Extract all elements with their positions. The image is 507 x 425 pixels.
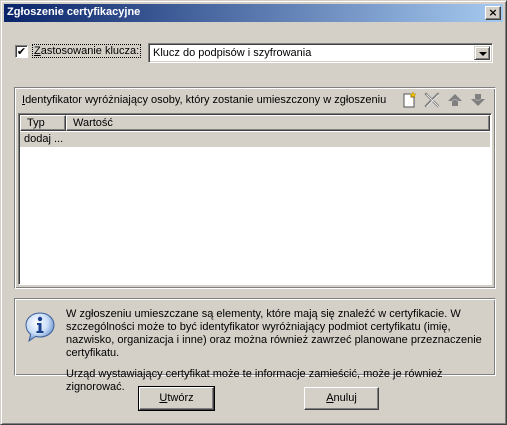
move-down-icon[interactable] — [469, 91, 487, 109]
info-panel: W zgłoszeniu umieszczane są elementy, kt… — [14, 298, 496, 393]
list-item-type: dodaj ... — [24, 133, 64, 145]
key-usage-selected-value: Klucz do podpisów i szyfrowania — [153, 47, 312, 59]
info-text: W zgłoszeniu umieszczane są elementy, kt… — [66, 308, 492, 402]
key-usage-row: ✔ Zastosowanie klucza: — [15, 43, 142, 59]
list-header: Typ Wartość — [20, 115, 490, 131]
title-bar[interactable]: Zgłoszenie certyfikacyjne × — [4, 4, 503, 22]
key-usage-select[interactable]: Klucz do podpisów i szyfrowania — [148, 43, 493, 63]
column-header-value[interactable]: Wartość — [66, 115, 490, 131]
delete-icon[interactable] — [423, 91, 441, 109]
identifier-toolbar — [400, 91, 487, 109]
column-header-type[interactable]: Typ — [20, 115, 66, 131]
identifier-list[interactable]: Typ Wartość dodaj ... — [18, 113, 492, 285]
info-paragraph-2: Urząd wystawiający certyfikat może te in… — [66, 368, 443, 393]
dialog-window: Zgłoszenie certyfikacyjne × ✔ Zastosowan… — [0, 0, 507, 425]
info-paragraph-1: W zgłoszeniu umieszczane są elementy, kt… — [66, 308, 482, 359]
key-usage-checkbox[interactable]: ✔ — [15, 44, 28, 58]
identifier-label-text: dentyfikator wyróżniający osoby, który z… — [25, 94, 387, 106]
key-usage-label-access-key: Z — [34, 45, 41, 57]
new-icon[interactable] — [400, 91, 418, 109]
cancel-access-key: A — [326, 392, 334, 404]
key-usage-label[interactable]: Zastosowanie klucza: — [32, 44, 142, 58]
identifier-group: Identyfikator wyróżniający osoby, który … — [14, 87, 496, 289]
dropdown-arrow-button[interactable] — [474, 46, 490, 60]
identifier-group-label: Identyfikator wyróżniający osoby, który … — [22, 94, 386, 106]
close-button[interactable]: × — [485, 6, 501, 20]
list-item-add[interactable]: dodaj ... — [20, 132, 490, 147]
window-title: Zgłoszenie certyfikacyjne — [7, 6, 141, 18]
create-label: twórz — [167, 392, 194, 404]
key-usage-label-text: astosowanie klucza: — [40, 45, 140, 57]
cancel-label: nuluj — [333, 392, 357, 404]
cancel-button[interactable]: Anuluj — [304, 387, 379, 410]
create-button[interactable]: Utwórz — [138, 386, 215, 411]
move-up-icon[interactable] — [446, 91, 464, 109]
info-icon — [25, 312, 55, 343]
